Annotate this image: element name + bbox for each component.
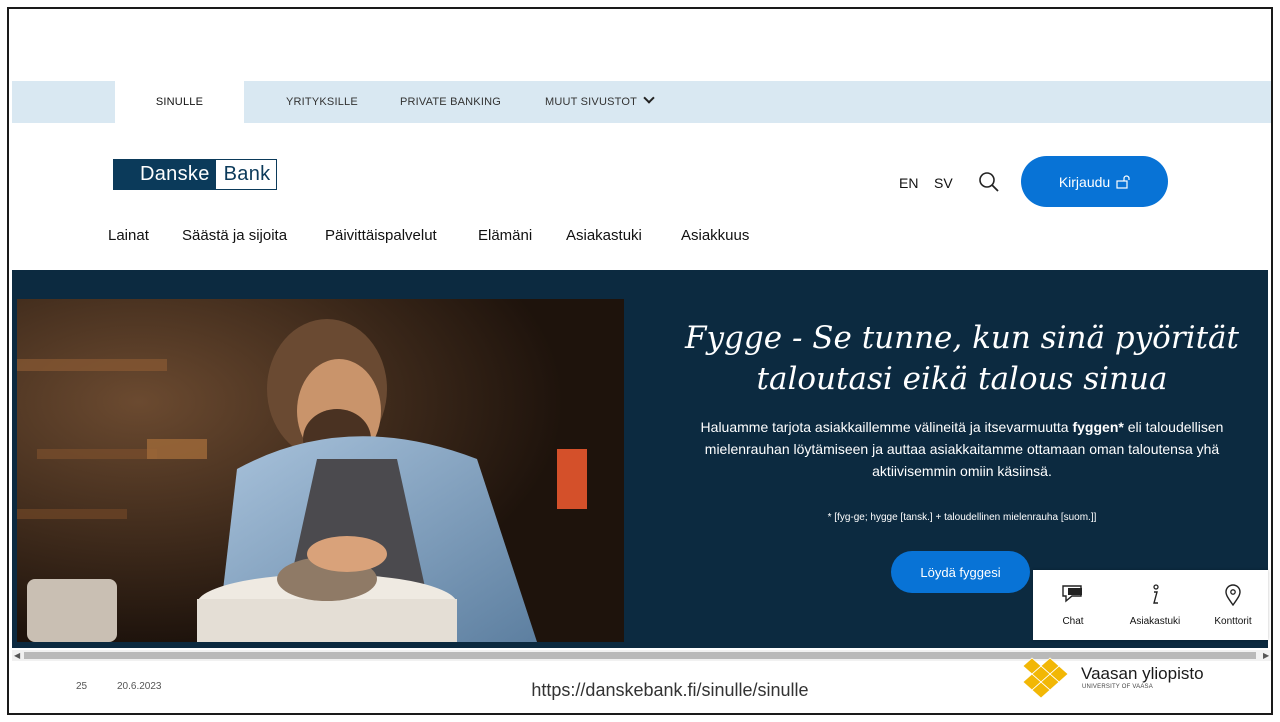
tab-sinulle[interactable]: SINULLE bbox=[115, 81, 244, 123]
horizontal-scrollbar[interactable]: ◀ ▶ bbox=[12, 650, 1271, 661]
hero-photo-potter bbox=[17, 299, 624, 642]
hero-footnote: * [fyg-ge; hygge [tansk.] + taloudelline… bbox=[827, 512, 1097, 523]
search-icon[interactable] bbox=[978, 171, 1000, 193]
university-subtitle: UNIVERSITY OF VAASA bbox=[1082, 684, 1153, 690]
login-button[interactable]: Kirjaudu bbox=[1021, 156, 1168, 207]
tab-muut-sivustot-label: MUUT SIVUSTOT bbox=[545, 96, 638, 108]
lang-en-link[interactable]: EN bbox=[899, 175, 918, 191]
hero-body-text-1: Haluamme tarjota asiakkaillemme välineit… bbox=[700, 419, 1073, 435]
university-logo-icon bbox=[1019, 656, 1071, 704]
nav-asiakastuki[interactable]: Asiakastuki bbox=[566, 227, 642, 244]
scroll-right-arrow-icon[interactable]: ▶ bbox=[1263, 650, 1269, 661]
logo-part-bank: Bank bbox=[215, 160, 277, 189]
logo-part-danske: Danske bbox=[114, 160, 216, 189]
horizontal-scroll-thumb[interactable] bbox=[24, 652, 1256, 659]
nav-saasta-ja-sijoita[interactable]: Säästä ja sijoita bbox=[182, 227, 287, 244]
scroll-up-arrow-icon[interactable]: ▲ bbox=[1272, 83, 1273, 91]
tab-yrityksille-label: YRITYKSILLE bbox=[286, 96, 358, 108]
vertical-scrollbar[interactable]: ▲ ▼ bbox=[1271, 81, 1273, 661]
nav-lainat[interactable]: Lainat bbox=[108, 227, 149, 244]
tab-private-banking[interactable]: PRIVATE BANKING bbox=[400, 81, 501, 123]
nav-paivittaispalvelut[interactable]: Päivittäispalvelut bbox=[325, 227, 437, 244]
scroll-down-arrow-icon[interactable]: ▼ bbox=[1272, 639, 1273, 647]
asiakastuki-label: Asiakastuki bbox=[1129, 616, 1181, 627]
lang-sv-link[interactable]: SV bbox=[934, 175, 953, 191]
nav-asiakkuus[interactable]: Asiakkuus bbox=[681, 227, 749, 244]
chat-label: Chat bbox=[1062, 616, 1084, 627]
segment-bar: SINULLE YRITYKSILLE PRIVATE BANKING MUUT… bbox=[12, 81, 1271, 123]
slide-number: 25 bbox=[76, 681, 88, 692]
info-icon bbox=[1153, 584, 1159, 604]
find-fygge-button[interactable]: Löydä fyggesi bbox=[891, 551, 1030, 593]
asiakastuki-button[interactable]: Asiakastuki bbox=[1120, 570, 1190, 640]
chat-button[interactable]: Chat bbox=[1038, 570, 1108, 640]
chat-icon bbox=[1062, 585, 1082, 603]
hero-body: Haluamme tarjota asiakkaillemme välineit… bbox=[682, 416, 1242, 482]
hero-body-bold: fyggen* bbox=[1072, 419, 1124, 435]
konttorit-label: Konttorit bbox=[1214, 616, 1252, 627]
hero-title: Fygge - Se tunne, kun sinä pyörität talo… bbox=[685, 320, 1239, 397]
konttorit-button[interactable]: Konttorit bbox=[1198, 570, 1268, 640]
slide-frame: SINULLE YRITYKSILLE PRIVATE BANKING MUUT… bbox=[7, 7, 1273, 715]
tab-muut-sivustot[interactable]: MUUT SIVUSTOT bbox=[545, 81, 655, 123]
browser-viewport: SINULLE YRITYKSILLE PRIVATE BANKING MUUT… bbox=[12, 81, 1271, 661]
tab-sinulle-label: SINULLE bbox=[155, 96, 204, 108]
login-label: Kirjaudu bbox=[1058, 173, 1111, 190]
slide-date: 20.6.2023 bbox=[117, 681, 162, 692]
help-widget: Chat Asiakastuki Konttorit bbox=[1033, 570, 1268, 640]
danske-bank-logo[interactable]: Danske Bank bbox=[113, 159, 278, 190]
vertical-scroll-thumb[interactable] bbox=[1272, 117, 1273, 177]
location-pin-icon bbox=[1225, 584, 1241, 606]
nav-elamani[interactable]: Elämäni bbox=[478, 227, 532, 244]
chevron-down-icon bbox=[643, 92, 655, 104]
scroll-left-arrow-icon[interactable]: ◀ bbox=[14, 650, 20, 661]
unlock-icon bbox=[1116, 174, 1130, 189]
tab-yrityksille[interactable]: YRITYKSILLE bbox=[286, 81, 358, 123]
tab-private-banking-label: PRIVATE BANKING bbox=[400, 96, 502, 108]
source-url: https://danskebank.fi/sinulle/sinulle bbox=[531, 680, 809, 700]
university-name: Vaasan yliopisto bbox=[1081, 664, 1204, 683]
